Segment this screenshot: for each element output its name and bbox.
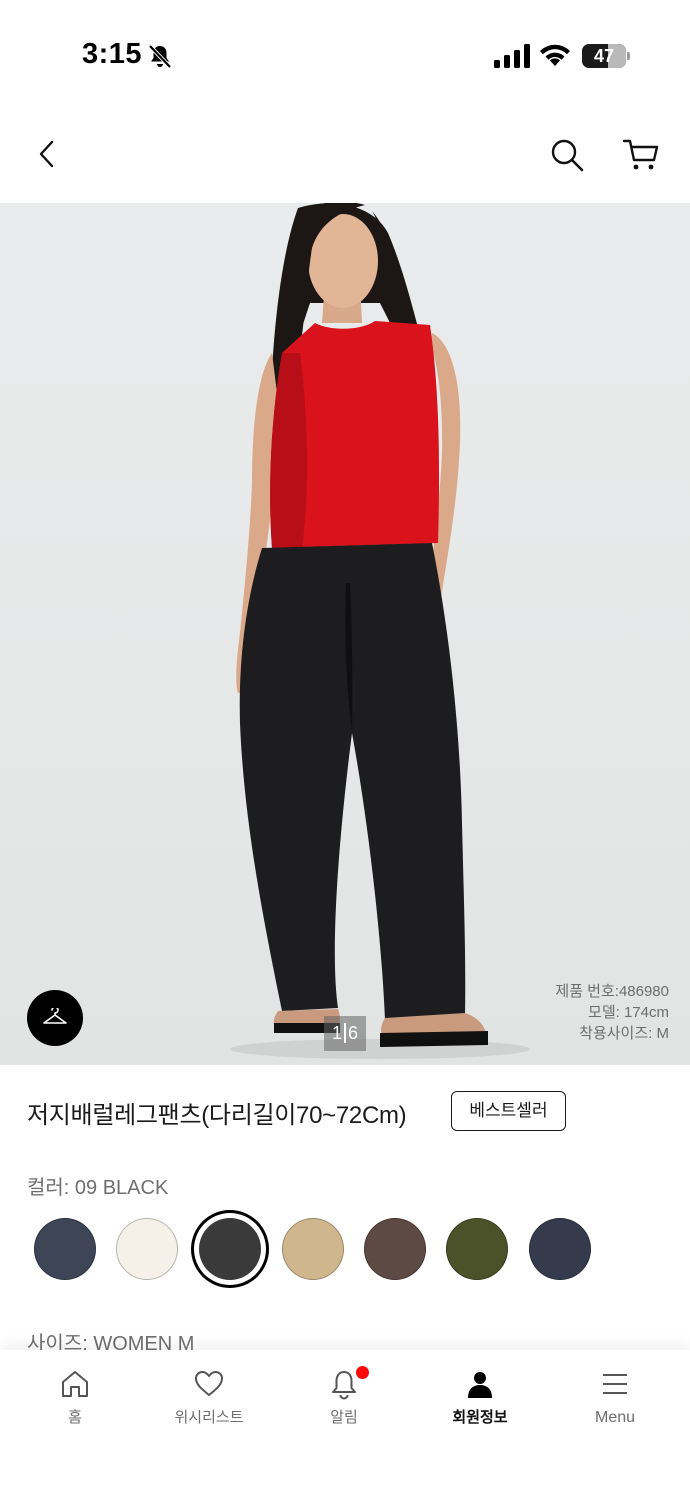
status-time: 3:15 <box>82 38 143 70</box>
model-height: 모델: 174cm <box>588 1004 669 1021</box>
menu-icon <box>603 1374 627 1394</box>
pager-current: 1 <box>331 1023 342 1043</box>
bottom-nav: 홈 위시리스트 알림 회원정보 Menu <box>0 1350 690 1500</box>
nav-label: 회원정보 <box>452 1409 508 1426</box>
color-swatch[interactable] <box>116 1218 178 1280</box>
user-icon <box>468 1372 492 1398</box>
color-swatch[interactable] <box>199 1218 261 1280</box>
chevron-left-icon[interactable] <box>30 136 66 172</box>
color-swatch[interactable] <box>282 1218 344 1280</box>
nav-label: Menu <box>594 1409 636 1426</box>
notification-badge <box>356 1366 369 1379</box>
nav-item-home[interactable]: 홈 <box>15 1368 135 1438</box>
nav-item-notifications[interactable]: 알림 <box>284 1366 404 1438</box>
search-icon[interactable] <box>548 136 586 174</box>
heart-icon <box>195 1371 223 1396</box>
home-icon <box>62 1371 88 1397</box>
color-swatch[interactable] <box>34 1218 96 1280</box>
battery-level: 47 <box>593 46 615 66</box>
color-swatch[interactable] <box>529 1218 591 1280</box>
nav-item-menu[interactable]: Menu <box>555 1368 675 1438</box>
bestseller-badge: 베스트셀러 <box>451 1091 566 1131</box>
battery-indicator: 47 <box>582 44 630 68</box>
color-swatch[interactable] <box>446 1218 508 1280</box>
product-image[interactable]: 16 제품 번호:486980 모델: 174cm 착용사이즈: M <box>0 203 690 1065</box>
color-swatches <box>34 1218 654 1282</box>
hanger-icon <box>43 1008 67 1024</box>
app-header <box>0 100 690 203</box>
nav-label: 알림 <box>330 1409 358 1426</box>
try-on-button[interactable] <box>27 990 83 1046</box>
model-photo <box>230 203 530 1059</box>
wifi-icon <box>540 44 570 66</box>
image-meta: 제품 번호:486980 모델: 174cm 착용사이즈: M <box>555 981 669 1044</box>
status-bar: 3:15 47 <box>0 0 690 100</box>
color-swatch[interactable] <box>364 1218 426 1280</box>
nav-label: 홈 <box>68 1409 82 1426</box>
worn-size: 착용사이즈: M <box>579 1025 669 1042</box>
nav-item-wishlist[interactable]: 위시리스트 <box>149 1368 269 1438</box>
pager-total: 6 <box>348 1023 359 1043</box>
product-number: 제품 번호:486980 <box>555 983 669 1000</box>
nav-label: 위시리스트 <box>174 1409 244 1426</box>
cart-icon[interactable] <box>622 136 660 174</box>
product-title: 저지배럴레그팬츠(다리길이70~72Cm) <box>27 1102 407 1129</box>
nav-item-member-info[interactable]: 회원정보 <box>420 1368 540 1438</box>
bell-off-icon <box>148 44 172 69</box>
image-pager: 16 <box>324 1016 366 1051</box>
color-label: 컬러: 09 BLACK <box>27 1177 169 1199</box>
cellular-signal-icon <box>494 44 530 68</box>
